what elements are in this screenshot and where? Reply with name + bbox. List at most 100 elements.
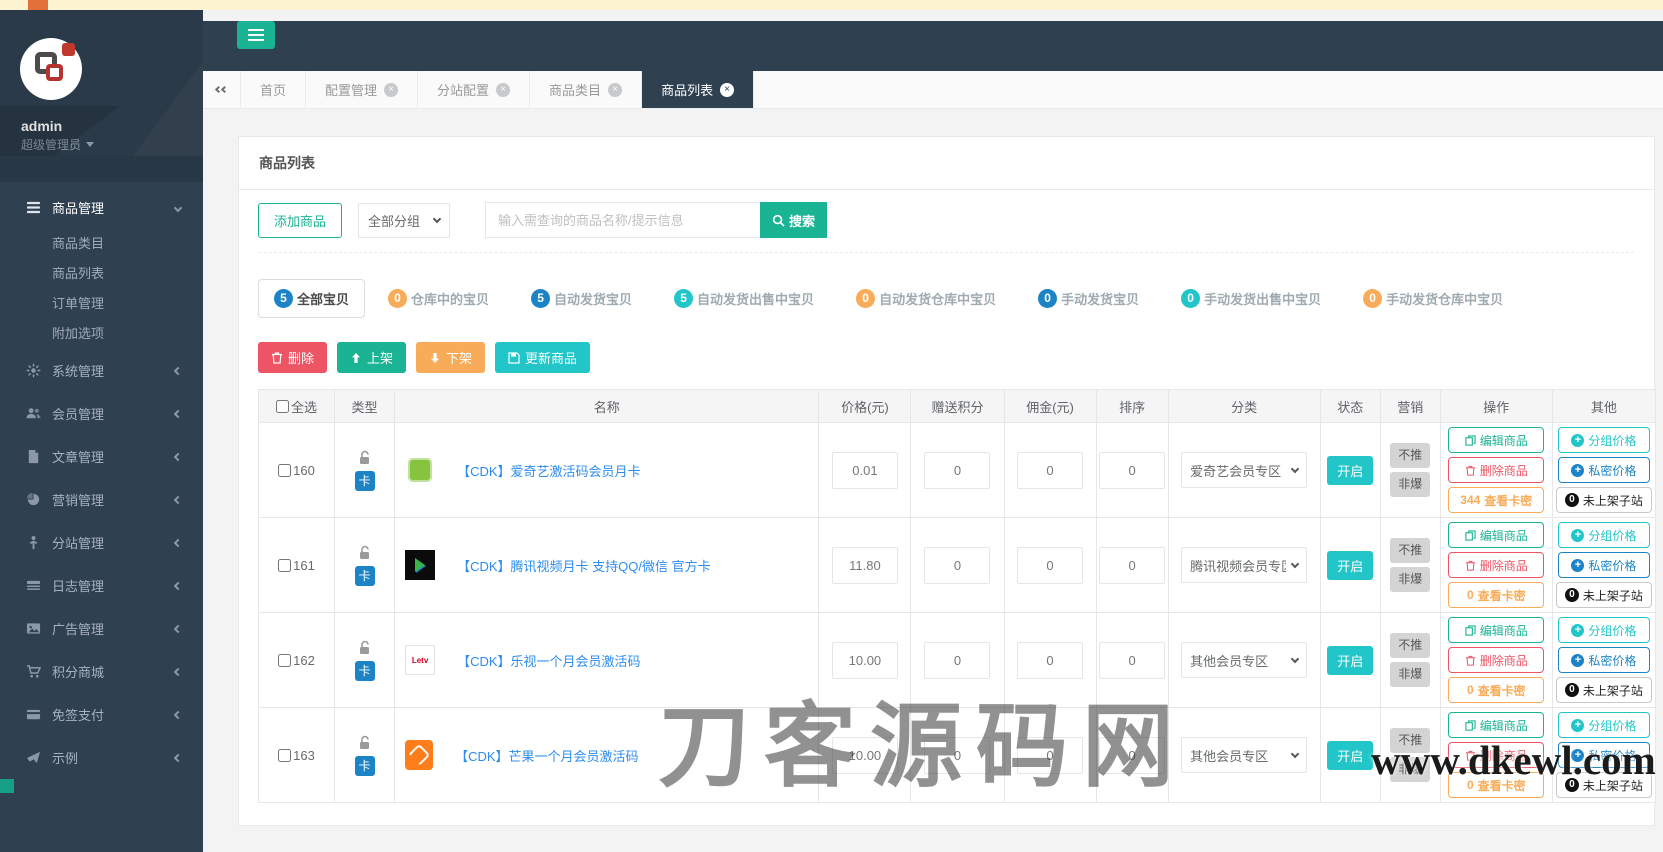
not-listed-substation-button[interactable]: 0 未上架子站	[1556, 677, 1652, 703]
sidebar-toggle-button[interactable]	[237, 21, 275, 49]
points-input[interactable]	[924, 452, 990, 489]
search-input[interactable]	[485, 202, 760, 238]
user-role-dropdown[interactable]: 超级管理员	[21, 136, 94, 153]
view-cards-button[interactable]: 0 查看卡密	[1448, 677, 1544, 703]
not-listed-substation-button[interactable]: 0 未上架子站	[1556, 582, 1652, 608]
sidebar-item-extra-options[interactable]: 附加选项	[0, 319, 203, 349]
filter-tab-auto-ship-stock[interactable]: 0 自动发货仓库中宝贝	[856, 289, 996, 308]
no-hot-badge[interactable]: 非爆	[1390, 757, 1430, 782]
no-hot-badge[interactable]: 非爆	[1390, 472, 1430, 497]
status-on-button[interactable]: 开启	[1327, 456, 1373, 485]
filter-tab-auto-ship[interactable]: 5 自动发货宝贝	[531, 289, 632, 308]
group-filter-select[interactable]: 全部分组	[358, 203, 450, 238]
edit-goods-button[interactable]: 编辑商品	[1448, 617, 1544, 643]
row-checkbox[interactable]	[278, 559, 291, 572]
group-price-button[interactable]: + 分组价格	[1558, 617, 1650, 643]
category-select[interactable]: 腾讯视频会员专区	[1181, 547, 1307, 583]
no-push-badge[interactable]: 不推	[1390, 538, 1430, 563]
product-name-link[interactable]: 【CDK】腾讯视频月卡 支持QQ/微信 官方卡	[457, 556, 711, 575]
close-icon[interactable]: ×	[384, 83, 398, 97]
private-price-button[interactable]: + 私密价格	[1558, 647, 1650, 673]
product-name-link[interactable]: 【CDK】芒果一个月会员激活码	[455, 746, 638, 765]
bulk-delete-button[interactable]: 删除	[258, 342, 327, 373]
price-input[interactable]	[832, 547, 898, 584]
view-cards-button[interactable]: 0 查看卡密	[1448, 582, 1544, 608]
select-all-checkbox[interactable]	[276, 400, 289, 413]
row-checkbox[interactable]	[278, 749, 291, 762]
group-price-button[interactable]: + 分组价格	[1558, 427, 1650, 453]
category-select[interactable]: 其他会员专区	[1181, 642, 1307, 678]
sidebar-item-goods-list[interactable]: 商品列表	[0, 259, 203, 289]
tab-goods-list[interactable]: 商品列表 ×	[642, 71, 754, 108]
edit-goods-button[interactable]: 编辑商品	[1448, 522, 1544, 548]
filter-tab-auto-ship-selling[interactable]: 5 自动发货出售中宝贝	[674, 289, 814, 308]
sort-input[interactable]	[1099, 737, 1165, 774]
category-select[interactable]: 爱奇艺会员专区	[1181, 452, 1307, 488]
status-on-button[interactable]: 开启	[1327, 646, 1373, 675]
delete-goods-button[interactable]: 删除商品	[1448, 647, 1544, 673]
product-name-link[interactable]: 【CDK】爱奇艺激活码会员月卡	[457, 461, 640, 480]
price-input[interactable]	[832, 642, 898, 679]
no-push-badge[interactable]: 不推	[1390, 443, 1430, 468]
tab-goods-category[interactable]: 商品类目 ×	[530, 71, 642, 108]
no-push-badge[interactable]: 不推	[1390, 633, 1430, 658]
product-name-link[interactable]: 【CDK】乐视一个月会员激活码	[457, 651, 640, 670]
no-push-badge[interactable]: 不推	[1390, 728, 1430, 753]
sort-input[interactable]	[1099, 642, 1165, 679]
commission-input[interactable]	[1017, 547, 1083, 584]
add-goods-button[interactable]: 添加商品	[258, 203, 342, 238]
sidebar-item-article-management[interactable]: 文章管理	[0, 435, 203, 478]
filter-tab-manual-ship[interactable]: 0 手动发货宝贝	[1038, 289, 1139, 308]
sidebar-item-ad-management[interactable]: 广告管理	[0, 607, 203, 650]
sidebar-item-goods-management[interactable]: 商品管理	[0, 186, 203, 229]
edit-goods-button[interactable]: 编辑商品	[1448, 712, 1544, 738]
filter-tab-manual-ship-selling[interactable]: 0 手动发货出售中宝贝	[1181, 289, 1321, 308]
private-price-button[interactable]: + 私密价格	[1558, 552, 1650, 578]
group-price-button[interactable]: + 分组价格	[1558, 522, 1650, 548]
private-price-button[interactable]: + 私密价格	[1558, 742, 1650, 768]
not-listed-substation-button[interactable]: 0 未上架子站	[1556, 487, 1652, 513]
status-on-button[interactable]: 开启	[1327, 551, 1373, 580]
sidebar-item-substation-management[interactable]: 分站管理	[0, 521, 203, 564]
commission-input[interactable]	[1017, 737, 1083, 774]
sidebar-item-member-management[interactable]: 会员管理	[0, 392, 203, 435]
bulk-update-goods-button[interactable]: 更新商品	[495, 342, 590, 373]
close-icon[interactable]: ×	[496, 83, 510, 97]
points-input[interactable]	[924, 737, 990, 774]
no-hot-badge[interactable]: 非爆	[1390, 567, 1430, 592]
tabs-scroll-left-button[interactable]	[203, 71, 241, 108]
group-price-button[interactable]: + 分组价格	[1558, 712, 1650, 738]
delete-goods-button[interactable]: 删除商品	[1448, 552, 1544, 578]
sort-input[interactable]	[1099, 547, 1165, 584]
avatar[interactable]	[20, 38, 82, 100]
private-price-button[interactable]: + 私密价格	[1558, 457, 1650, 483]
status-on-button[interactable]: 开启	[1327, 741, 1373, 770]
points-input[interactable]	[924, 642, 990, 679]
tab-substation-config[interactable]: 分站配置 ×	[418, 71, 530, 108]
tab-config-management[interactable]: 配置管理 ×	[306, 71, 418, 108]
delete-goods-button[interactable]: 删除商品	[1448, 457, 1544, 483]
points-input[interactable]	[924, 547, 990, 584]
commission-input[interactable]	[1017, 452, 1083, 489]
edit-goods-button[interactable]: 编辑商品	[1448, 427, 1544, 453]
filter-tab-in-stock[interactable]: 0 仓库中的宝贝	[388, 289, 489, 308]
sidebar-item-marketing-management[interactable]: 营销管理	[0, 478, 203, 521]
no-hot-badge[interactable]: 非爆	[1390, 662, 1430, 687]
category-select[interactable]: 其他会员专区	[1181, 737, 1307, 773]
filter-tab-all[interactable]: 5 全部宝贝	[258, 279, 365, 318]
tab-home[interactable]: 首页	[241, 71, 306, 108]
bulk-on-shelf-button[interactable]: 上架	[337, 342, 406, 373]
price-input[interactable]	[832, 737, 898, 774]
delete-goods-button[interactable]: 删除商品	[1448, 742, 1544, 768]
close-icon[interactable]: ×	[720, 83, 734, 97]
sidebar-item-order-management[interactable]: 订单管理	[0, 289, 203, 319]
row-checkbox[interactable]	[278, 654, 291, 667]
close-icon[interactable]: ×	[608, 83, 622, 97]
bulk-off-shelf-button[interactable]: 下架	[416, 342, 485, 373]
sidebar-item-example[interactable]: 示例	[0, 736, 203, 779]
sidebar-item-goods-category[interactable]: 商品类目	[0, 229, 203, 259]
search-button[interactable]: 搜索	[760, 202, 827, 238]
sidebar-item-system-management[interactable]: 系统管理	[0, 349, 203, 392]
sort-input[interactable]	[1099, 452, 1165, 489]
sidebar-item-payment[interactable]: 免签支付	[0, 693, 203, 736]
